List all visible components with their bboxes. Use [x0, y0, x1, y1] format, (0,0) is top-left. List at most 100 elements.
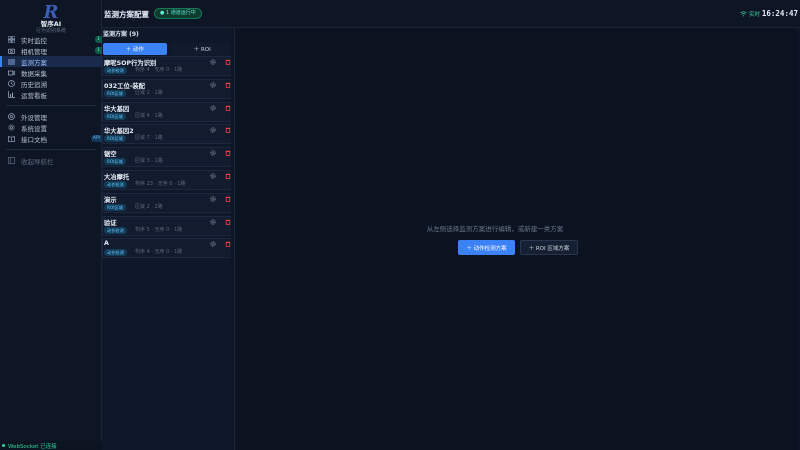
book-icon: [7, 135, 15, 143]
camera-icon: [7, 47, 15, 55]
scheme-card[interactable]: 验证 动作检测 构序 5 · 无序 0 · 1路: [102, 215, 235, 236]
scheme-name: 演示: [104, 196, 117, 204]
list-icon: [7, 58, 15, 66]
empty-state-hint: 从左侧选择监测方案进行编辑，或新建一类方案: [426, 225, 564, 233]
scheme-card[interactable]: 032工位-装配 ROI区域 区域 2 · 1路: [102, 78, 235, 99]
nav-divider: [6, 149, 96, 150]
sidebar-item-label: 监测方案: [21, 58, 47, 67]
scheme-meta: 构序 23 · 无序 0 · 1路: [135, 180, 186, 187]
page-title: 监测方案配置: [104, 10, 149, 19]
nav-badge: 1: [95, 47, 102, 54]
nav-badge: 1: [95, 36, 102, 43]
scheme-name: 大冶摩托: [104, 173, 130, 181]
peripheral-icon: [7, 113, 15, 121]
scheme-name: 摩呢SOP行为识别: [104, 60, 157, 67]
scheme-meta: 区域 2 · 1路: [135, 89, 163, 96]
live-label: 实时: [748, 12, 760, 18]
scheme-card[interactable]: 大冶摩托 动作检测 构序 23 · 无序 0 · 1路: [102, 169, 235, 190]
gear-icon[interactable]: [210, 150, 216, 156]
scheme-meta: 区域 7 · 1路: [135, 135, 163, 142]
list-scrollbar[interactable]: [231, 28, 234, 450]
tab-action[interactable]: ＋ 动作: [103, 43, 167, 55]
gear-icon[interactable]: [210, 218, 216, 225]
running-channels-badge: ● 1 通道运行中: [154, 8, 202, 19]
scheme-card[interactable]: 华大基因2 ROI区域 区域 7 · 1路: [102, 124, 235, 145]
scheme-meta: 区域 2 · 2路: [135, 203, 163, 210]
scheme-type-tag: 动作检测: [104, 226, 127, 234]
scheme-card[interactable]: A 动作检测 构序 4 · 无序 0 · 1路: [102, 238, 235, 259]
gear-icon[interactable]: [210, 82, 216, 88]
sidebar: R 智序AI 行为识别系统 实时监控 1 相机管理 1 监测方案 数据采集 历史…: [0, 0, 102, 450]
gear-icon[interactable]: [210, 173, 216, 179]
gear-icon[interactable]: [210, 127, 216, 134]
sidebar-item-cameras[interactable]: 相机管理 1: [0, 45, 102, 56]
sidebar-item-label: 实时监控: [21, 36, 47, 45]
scheme-list: 摩呢SOP行为识别 动作检测 构序 4 · 无序 0 · 1路 032工位-装配 ROI…: [102, 56, 235, 261]
live-indicator: 实时: [740, 10, 760, 18]
chart-icon: [7, 91, 15, 99]
scheme-type-tag: ROI区域: [104, 158, 126, 166]
scheme-meta: 区域 3 · 1路: [135, 158, 163, 165]
sidebar-item-schemes[interactable]: 监测方案: [0, 56, 102, 67]
sidebar-item-realtime[interactable]: 实时监控 1: [0, 34, 102, 45]
websocket-status: WebSocket 已连接: [0, 441, 102, 450]
sidebar-item-label: 接口文档: [21, 135, 47, 144]
tab-roi[interactable]: ＋ ROI: [170, 43, 234, 55]
scheme-type-tag: ROI区域: [104, 89, 126, 97]
gear-icon[interactable]: [210, 59, 216, 65]
gear-icon[interactable]: [210, 241, 216, 248]
scheme-meta: 构序 4 · 无序 0 · 1路: [135, 249, 183, 256]
grid-icon: [7, 36, 15, 44]
sidebar-nav: 实时监控 1 相机管理 1 监测方案 数据采集 历史追溯 运营看板 外设管理 系…: [0, 34, 102, 166]
sidebar-item-label: 数据采集: [21, 69, 47, 78]
wifi-icon: [740, 11, 747, 17]
sidebar-item-label: 历史追溯: [21, 80, 47, 89]
scheme-list-title: 监测方案 (9): [103, 31, 139, 38]
scheme-meta: 构序 4 · 无序 0 · 1路: [135, 67, 183, 73]
top-header: 监测方案配置 ● 1 通道运行中 实时 16:24:47: [102, 0, 800, 28]
gear-icon[interactable]: [210, 196, 216, 202]
scheme-type-tag: ROI区域: [104, 112, 126, 120]
gear-icon[interactable]: [210, 104, 216, 111]
app-root: R 智序AI 行为识别系统 实时监控 1 相机管理 1 监测方案 数据采集 历史…: [0, 0, 800, 450]
collapse-sidebar-button[interactable]: 收起导航栏: [0, 155, 102, 166]
scheme-type-tag: 动作检测: [104, 67, 127, 74]
nav-divider: [6, 105, 96, 106]
scheme-name: 锯空: [104, 151, 117, 159]
status-dot-icon: [2, 444, 5, 447]
scheme-card[interactable]: 演示 ROI区域 区域 2 · 2路: [102, 192, 235, 213]
empty-state-actions: ＋ 动作检测方案 ＋ ROI 区域方案: [458, 240, 578, 255]
scheme-meta: 区域 4 · 1路: [135, 112, 163, 119]
api-badge: API: [90, 135, 102, 142]
scheme-type-tag: ROI区域: [104, 203, 126, 211]
scheme-name: 032工位-装配: [104, 82, 145, 90]
brand-name: 智序AI: [40, 20, 62, 28]
scheme-name: 华大基因2: [104, 128, 134, 136]
sidebar-item-dashboard[interactable]: 运营看板: [0, 89, 102, 100]
scheme-meta: 构序 5 · 无序 0 · 1路: [135, 226, 183, 233]
scheme-editor-area: 从左侧选择监测方案进行编辑，或新建一类方案 ＋ 动作检测方案 ＋ ROI 区域方…: [235, 28, 800, 450]
clock: 16:24:47: [761, 9, 798, 18]
svg-text:R: R: [43, 2, 59, 20]
sidebar-item-data-collection[interactable]: 数据采集: [0, 67, 102, 78]
history-icon: [7, 80, 15, 88]
scheme-card[interactable]: 锯空 ROI区域 区域 3 · 1路: [102, 147, 235, 168]
websocket-status-text: WebSocket 已连接: [8, 443, 57, 450]
video-icon: [7, 69, 15, 77]
scheme-name: 验证: [104, 219, 117, 227]
scheme-list-panel: 监测方案 (9) ＋ 动作 ＋ ROI 摩呢SOP行为识别 动作检测构序 4 · …: [102, 28, 235, 450]
scheme-name: 华大基因: [104, 105, 130, 113]
scheme-type-tag: 动作检测: [104, 180, 127, 188]
sidebar-item-peripherals[interactable]: 外设管理: [0, 111, 102, 122]
sidebar-item-label: 相机管理: [21, 47, 47, 56]
sidebar-item-history[interactable]: 历史追溯: [0, 78, 102, 89]
sidebar-item-api-docs[interactable]: 接口文档 API: [0, 133, 102, 144]
collapse-label: 收起导航栏: [21, 157, 54, 166]
scheme-card[interactable]: 摩呢SOP行为识别 动作检测 构序 4 · 无序 0 · 1路: [102, 56, 235, 76]
new-action-scheme-button[interactable]: ＋ 动作检测方案: [458, 240, 515, 255]
scheme-card[interactable]: 华大基因 ROI区域 区域 4 · 1路: [102, 101, 235, 122]
new-roi-scheme-button[interactable]: ＋ ROI 区域方案: [520, 240, 578, 255]
scheme-type-tag: 动作检测: [104, 249, 127, 257]
scheme-type-tag: ROI区域: [104, 135, 126, 143]
sidebar-item-settings[interactable]: 系统设置: [0, 122, 102, 133]
